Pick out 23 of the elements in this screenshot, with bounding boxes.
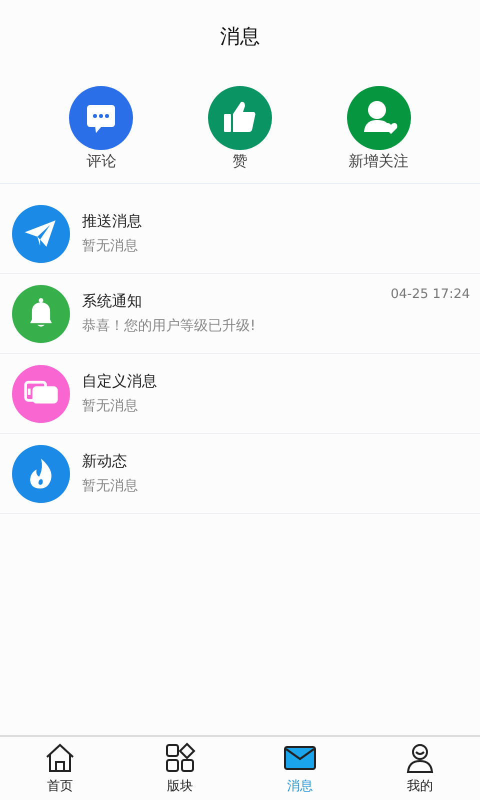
page-title: 消息 — [220, 22, 260, 50]
message-row[interactable]: 系统通知 恭喜！您的用户等级已升级! 04-25 17:24 — [0, 274, 480, 354]
shortcut-button[interactable]: 评论 — [46, 86, 156, 171]
shortcut-button[interactable]: 赞 — [184, 86, 295, 171]
message-preview: 暂无消息 — [82, 477, 138, 495]
message-row[interactable]: 推送消息 暂无消息 — [0, 194, 480, 274]
shortcut-button[interactable]: 新增关注 — [324, 86, 434, 171]
nav-tab[interactable]: 我的 — [380, 742, 460, 795]
home-icon — [44, 742, 76, 774]
message-row[interactable]: 新动态 暂无消息 — [0, 434, 480, 514]
nav-tab[interactable]: 版块 — [140, 742, 220, 795]
message-time: 04-25 17:24 — [390, 287, 470, 302]
message-title: 自定义消息 — [82, 372, 157, 391]
message-preview: 暂无消息 — [82, 397, 138, 415]
user-icon — [404, 742, 436, 774]
message-preview: 暂无消息 — [82, 237, 138, 255]
message-title: 新动态 — [82, 452, 127, 471]
message-title: 系统通知 — [82, 292, 142, 311]
message-preview: 恭喜！您的用户等级已升级! — [82, 317, 256, 335]
nav-tab[interactable]: 首页 — [20, 742, 100, 795]
message-title: 推送消息 — [82, 212, 142, 231]
grid-icon — [164, 742, 196, 774]
message-row[interactable]: 自定义消息 暂无消息 — [0, 354, 480, 434]
